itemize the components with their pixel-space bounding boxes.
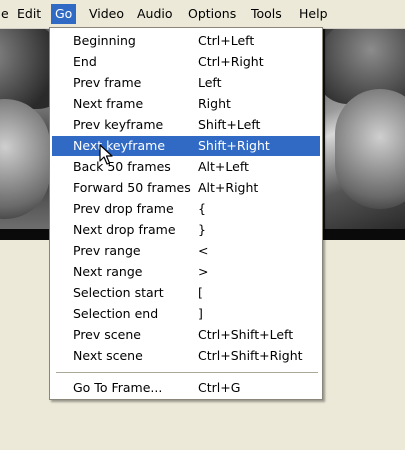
menu-options[interactable]: Options bbox=[184, 4, 240, 24]
menu-tools[interactable]: Tools bbox=[247, 4, 286, 24]
output-video-pane bbox=[325, 29, 405, 240]
menu-item-prev-drop-frame[interactable]: Prev drop frame { bbox=[52, 199, 320, 219]
menu-item-prev-scene[interactable]: Prev scene Ctrl+Shift+Left bbox=[52, 325, 320, 345]
menu-item-label: Selection start bbox=[73, 285, 164, 300]
menu-item-label: Prev range bbox=[73, 243, 141, 258]
menu-go[interactable]: Go bbox=[51, 4, 77, 24]
menu-item-label: Next scene bbox=[73, 348, 143, 363]
menu-item-back-50-frames[interactable]: Back 50 frames Alt+Left bbox=[52, 157, 320, 177]
menu-item-label: Next drop frame bbox=[73, 222, 176, 237]
menu-item-label: Beginning bbox=[73, 33, 136, 48]
menu-item-shortcut: Right bbox=[198, 96, 231, 111]
menu-item-shortcut: ] bbox=[198, 306, 203, 321]
menu-item-next-keyframe[interactable]: Next keyframe Shift+Right bbox=[52, 136, 320, 156]
menu-item-prev-range[interactable]: Prev range < bbox=[52, 241, 320, 261]
menu-item-shortcut: Ctrl+Right bbox=[198, 54, 264, 69]
menu-item-label: Forward 50 frames bbox=[73, 180, 191, 195]
menu-item-next-scene[interactable]: Next scene Ctrl+Shift+Right bbox=[52, 346, 320, 366]
go-menu: Beginning Ctrl+Left End Ctrl+Right Prev … bbox=[49, 27, 323, 400]
menu-item-selection-end[interactable]: Selection end ] bbox=[52, 304, 320, 324]
menu-help[interactable]: Help bbox=[295, 4, 332, 24]
menu-item-next-drop-frame[interactable]: Next drop frame } bbox=[52, 220, 320, 240]
menu-item-selection-start[interactable]: Selection start [ bbox=[52, 283, 320, 303]
menu-edit[interactable]: Edit bbox=[13, 4, 45, 24]
menu-item-shortcut: Alt+Left bbox=[198, 159, 249, 174]
menu-item-shortcut: Left bbox=[198, 75, 222, 90]
menu-item-shortcut: Ctrl+Shift+Left bbox=[198, 327, 294, 342]
menu-item-next-range[interactable]: Next range > bbox=[52, 262, 320, 282]
menu-item-label: Selection end bbox=[73, 306, 159, 321]
input-video-pane bbox=[0, 29, 50, 240]
menu-item-shortcut: [ bbox=[198, 285, 203, 300]
menu-item-shortcut: Alt+Right bbox=[198, 180, 259, 195]
mouse-cursor-icon bbox=[99, 144, 113, 165]
menu-item-next-frame[interactable]: Next frame Right bbox=[52, 94, 320, 114]
menu-item-go-to-frame[interactable]: Go To Frame... Ctrl+G bbox=[52, 378, 320, 398]
menu-item-shortcut: Ctrl+Left bbox=[198, 33, 255, 48]
menu-bar: e Edit Go Video Audio Options Tools Help bbox=[0, 0, 405, 29]
menu-item-label: Next frame bbox=[73, 96, 144, 111]
menu-item-end[interactable]: End Ctrl+Right bbox=[52, 52, 320, 72]
menu-item-label: Prev keyframe bbox=[73, 117, 164, 132]
menu-item-shortcut: Ctrl+G bbox=[198, 380, 241, 395]
menu-file[interactable]: e bbox=[0, 4, 13, 24]
menu-item-label: Back 50 frames bbox=[73, 159, 171, 174]
menu-item-label: Next range bbox=[73, 264, 143, 279]
menu-item-prev-frame[interactable]: Prev frame Left bbox=[52, 73, 320, 93]
menu-item-beginning[interactable]: Beginning Ctrl+Left bbox=[52, 31, 320, 51]
menu-item-label: Go To Frame... bbox=[73, 380, 163, 395]
menu-item-shortcut: > bbox=[198, 264, 209, 279]
menu-item-label: Prev scene bbox=[73, 327, 141, 342]
menu-item-label: Prev drop frame bbox=[73, 201, 174, 216]
menu-item-label: End bbox=[73, 54, 97, 69]
menu-separator bbox=[56, 372, 318, 373]
menu-item-forward-50-frames[interactable]: Forward 50 frames Alt+Right bbox=[52, 178, 320, 198]
menu-item-shortcut: { bbox=[198, 201, 206, 216]
menu-item-label: Prev frame bbox=[73, 75, 142, 90]
menu-audio[interactable]: Audio bbox=[133, 4, 177, 24]
menu-video[interactable]: Video bbox=[85, 4, 128, 24]
menu-item-shortcut: Ctrl+Shift+Right bbox=[198, 348, 303, 363]
menu-item-label: Next keyframe bbox=[73, 138, 166, 153]
menu-item-shortcut: Shift+Left bbox=[198, 117, 261, 132]
menu-item-prev-keyframe[interactable]: Prev keyframe Shift+Left bbox=[52, 115, 320, 135]
menu-item-shortcut: } bbox=[198, 222, 206, 237]
menu-item-shortcut: < bbox=[198, 243, 209, 258]
menu-item-shortcut: Shift+Right bbox=[198, 138, 270, 153]
